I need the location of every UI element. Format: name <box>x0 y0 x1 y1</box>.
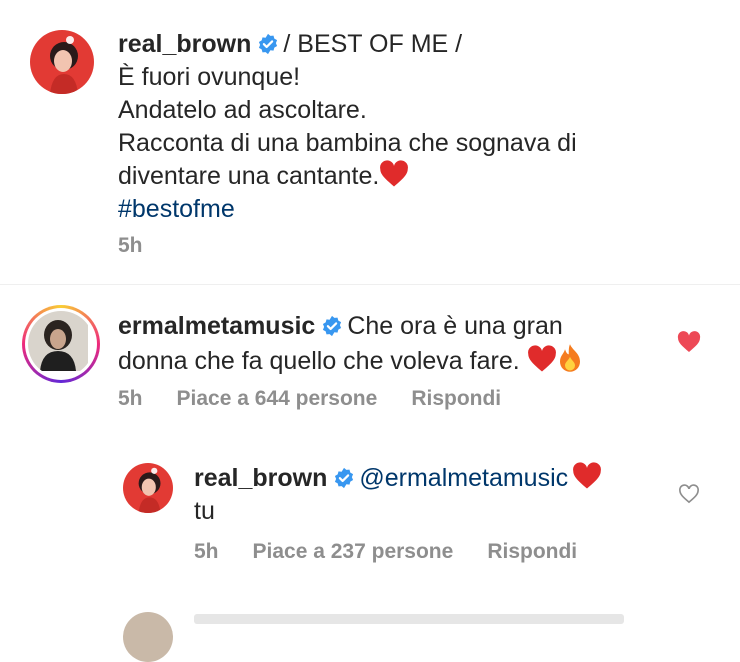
comment-avatar-pic <box>28 311 94 377</box>
divider <box>0 284 740 285</box>
next-comment-preview <box>194 614 624 624</box>
comment-text-1: Che ora è una gran <box>347 312 563 340</box>
comment-reply-button[interactable]: Rispondi <box>411 387 501 410</box>
post-avatar[interactable] <box>30 30 94 94</box>
post-username[interactable]: real_brown <box>118 30 251 58</box>
reply-time: 5h <box>194 540 219 563</box>
caption-hashtag[interactable]: #bestofme <box>118 193 718 226</box>
reply-likes[interactable]: Piace a 237 persone <box>253 540 454 563</box>
comment-text-2: donna che fa quello che voleva fare. <box>118 347 520 375</box>
caption-line-3: Racconta di una bambina che sognava di <box>118 129 577 157</box>
reply-body: real_brown @ermalmetamusic tu <box>194 462 664 528</box>
reply-first-line: real_brown @ermalmetamusic <box>194 462 664 495</box>
red-heart-emoji-icon <box>380 160 409 187</box>
caption-head: / BEST OF ME / <box>283 30 463 58</box>
post-meta: 5h <box>118 234 177 258</box>
caption-line-4-text: diventare una cantante. <box>118 162 380 190</box>
comment-second-line: donna che fa quello che voleva fare. <box>118 343 658 378</box>
fire-emoji-icon <box>559 344 580 372</box>
reply-like-heart-outline-icon[interactable] <box>678 484 700 504</box>
next-comment-avatar[interactable] <box>123 612 173 662</box>
red-heart-emoji-icon <box>527 345 556 372</box>
post-time: 5h <box>118 234 143 257</box>
reply-username[interactable]: real_brown <box>194 464 327 492</box>
verified-badge-icon <box>259 33 278 55</box>
reply-mention[interactable]: @ermalmetamusic <box>359 464 568 492</box>
red-heart-emoji-icon <box>573 462 602 489</box>
comment-first-line: ermalmetamusic Che ora è una gran <box>118 310 658 343</box>
post-caption: real_brown / BEST OF ME / È fuori ovunque… <box>118 28 718 226</box>
caption-first-line: real_brown / BEST OF ME / <box>118 28 718 61</box>
caption-line-1: È fuori ovunque! <box>118 63 301 91</box>
comment-avatar[interactable] <box>22 305 100 383</box>
comment-likes[interactable]: Piace a 644 persone <box>177 387 378 410</box>
caption-line-2: Andatelo ad ascoltare. <box>118 96 367 124</box>
reply-meta: 5h Piace a 237 persone Rispondi <box>194 540 611 564</box>
reply-reply-button[interactable]: Rispondi <box>487 540 577 563</box>
avatar-image <box>30 30 94 94</box>
comment-like-heart-icon[interactable] <box>677 331 701 353</box>
reply-text: tu <box>194 497 215 525</box>
comment-meta: 5h Piace a 644 persone Rispondi <box>118 387 535 411</box>
avatar-image <box>28 311 88 371</box>
reply-avatar[interactable] <box>123 463 173 513</box>
verified-badge-icon <box>335 467 354 489</box>
comment-body: ermalmetamusic Che ora è una gran donna c… <box>118 310 658 378</box>
comment-time: 5h <box>118 387 143 410</box>
comment-username[interactable]: ermalmetamusic <box>118 312 315 340</box>
avatar-image <box>123 463 173 513</box>
verified-badge-icon <box>323 315 342 337</box>
caption-line-4: diventare una cantante. <box>118 160 718 193</box>
comment-avatar-inner <box>25 308 97 380</box>
